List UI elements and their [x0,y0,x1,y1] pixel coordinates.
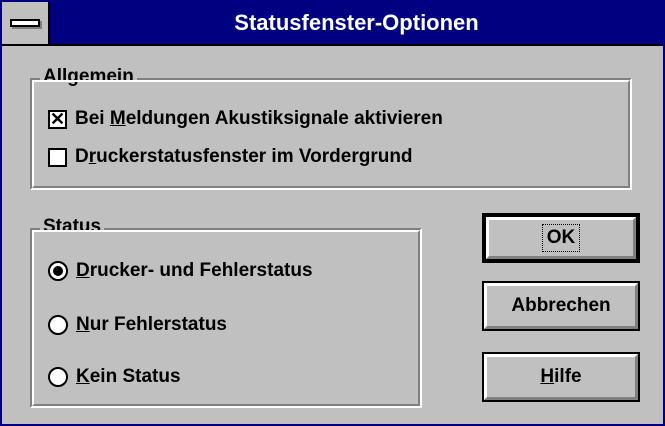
dialog-window: Statusfenster-Optionen Allgemein ✕ Bei M… [0,0,665,426]
checkmark-icon: ✕ [49,109,66,129]
radio-printer-and-error[interactable] [48,261,68,281]
acoustic-signals-checkbox-row[interactable]: ✕ Bei Meldungen Akustiksignale aktiviere… [48,106,443,132]
radio-no-status[interactable] [48,367,68,387]
cancel-button-label: Abbrechen [511,295,611,316]
status-group-legend: Status [40,215,105,239]
help-button-label: Hilfe [540,366,582,387]
status-option-label: Nur Fehlerstatus [76,314,227,335]
status-option-none[interactable]: Kein Status [48,364,181,390]
radio-error-only[interactable] [48,315,68,335]
system-menu-button[interactable] [2,2,50,44]
radio-selected-dot-icon [53,266,63,276]
ok-button[interactable]: OK [482,213,640,263]
acoustic-signals-checkbox[interactable]: ✕ [48,109,67,129]
printer-status-foreground-label: Druckerstatusfenster im Vordergrund [75,146,413,167]
status-group: Status Drucker- und Fehlerstatus Nur Feh… [30,215,422,408]
system-menu-icon [10,19,40,27]
title-bar: Statusfenster-Optionen [2,2,663,46]
general-group: Allgemein ✕ Bei Meldungen Akustiksignale… [30,65,632,190]
acoustic-signals-label: Bei Meldungen Akustiksignale aktivieren [75,108,443,129]
ok-button-label: OK [541,224,581,252]
help-button[interactable]: Hilfe [482,352,640,402]
status-option-error-only[interactable]: Nur Fehlerstatus [48,312,227,338]
printer-status-foreground-checkbox[interactable] [48,147,67,167]
printer-status-foreground-checkbox-row[interactable]: Druckerstatusfenster im Vordergrund [48,144,413,170]
cancel-button[interactable]: Abbrechen [482,281,640,331]
status-option-printer-and-error[interactable]: Drucker- und Fehlerstatus [48,258,313,284]
status-option-label: Drucker- und Fehlerstatus [76,260,313,281]
window-title: Statusfenster-Optionen [234,10,479,35]
general-group-legend: Allgemein [40,65,137,89]
status-option-label: Kein Status [76,366,181,387]
